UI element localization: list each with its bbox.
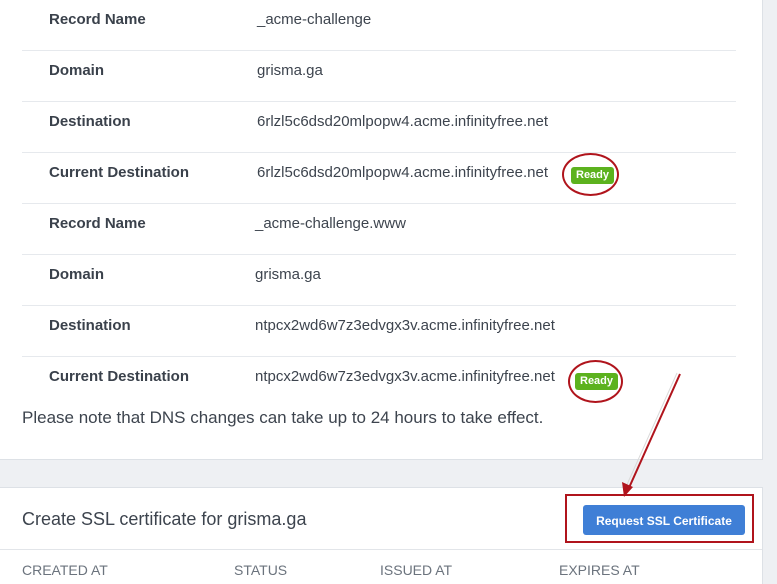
record-value: grisma.ga — [257, 62, 323, 79]
record-row: Current Destination 6rlzl5c6dsd20mlpopw4… — [22, 153, 736, 204]
record-value: grisma.ga — [255, 266, 321, 283]
record-label: Domain — [49, 62, 105, 79]
record-row: Record Name _acme-challenge.www — [22, 204, 736, 255]
column-header-status: STATUS — [234, 562, 288, 578]
record-value: _acme-challenge.www — [255, 215, 406, 232]
record-label: Record Name — [49, 215, 146, 232]
column-header-expires: EXPIRES AT — [559, 562, 640, 578]
record-value: 6rlzl5c6dsd20mlpopw4.acme.infinityfree.n… — [257, 113, 548, 130]
column-header-created: CREATED AT — [22, 562, 108, 578]
record-value: _acme-challenge — [257, 11, 372, 28]
record-row: Record Name _acme-challenge — [22, 0, 736, 51]
ssl-card: Create SSL certificate for grisma.ga Req… — [0, 487, 763, 584]
record-value: ntpcx2wd6w7z3edvgx3v.acme.infinityfree.n… — [255, 317, 555, 334]
record-row: Domain grisma.ga — [22, 255, 736, 306]
annotation-circle — [562, 153, 619, 196]
record-label: Current Destination — [49, 164, 190, 181]
ssl-title: Create SSL certificate for grisma.ga — [22, 509, 307, 529]
dns-records-card: Record Name _acme-challenge Domain grism… — [0, 0, 763, 460]
record-label: Destination — [49, 113, 131, 130]
record-label: Domain — [49, 266, 105, 283]
record-row: Domain grisma.ga — [22, 51, 736, 102]
record-label: Record Name — [49, 11, 146, 28]
annotation-circle — [568, 360, 623, 403]
record-label: Destination — [49, 317, 131, 334]
record-label: Current Destination — [49, 368, 190, 385]
request-ssl-button[interactable]: Request SSL Certificate — [583, 505, 745, 535]
record-row: Destination 6rlzl5c6dsd20mlpopw4.acme.in… — [22, 102, 736, 153]
record-value: ntpcx2wd6w7z3edvgx3v.acme.infinityfree.n… — [255, 368, 555, 385]
record-row: Destination ntpcx2wd6w7z3edvgx3v.acme.in… — [22, 306, 736, 357]
record-row: Current Destination ntpcx2wd6w7z3edvgx3v… — [22, 357, 736, 408]
divider — [0, 549, 762, 550]
record-value: 6rlzl5c6dsd20mlpopw4.acme.infinityfree.n… — [257, 164, 548, 181]
dns-note: Please note that DNS changes can take up… — [22, 408, 544, 427]
column-header-issued: ISSUED AT — [380, 562, 453, 578]
